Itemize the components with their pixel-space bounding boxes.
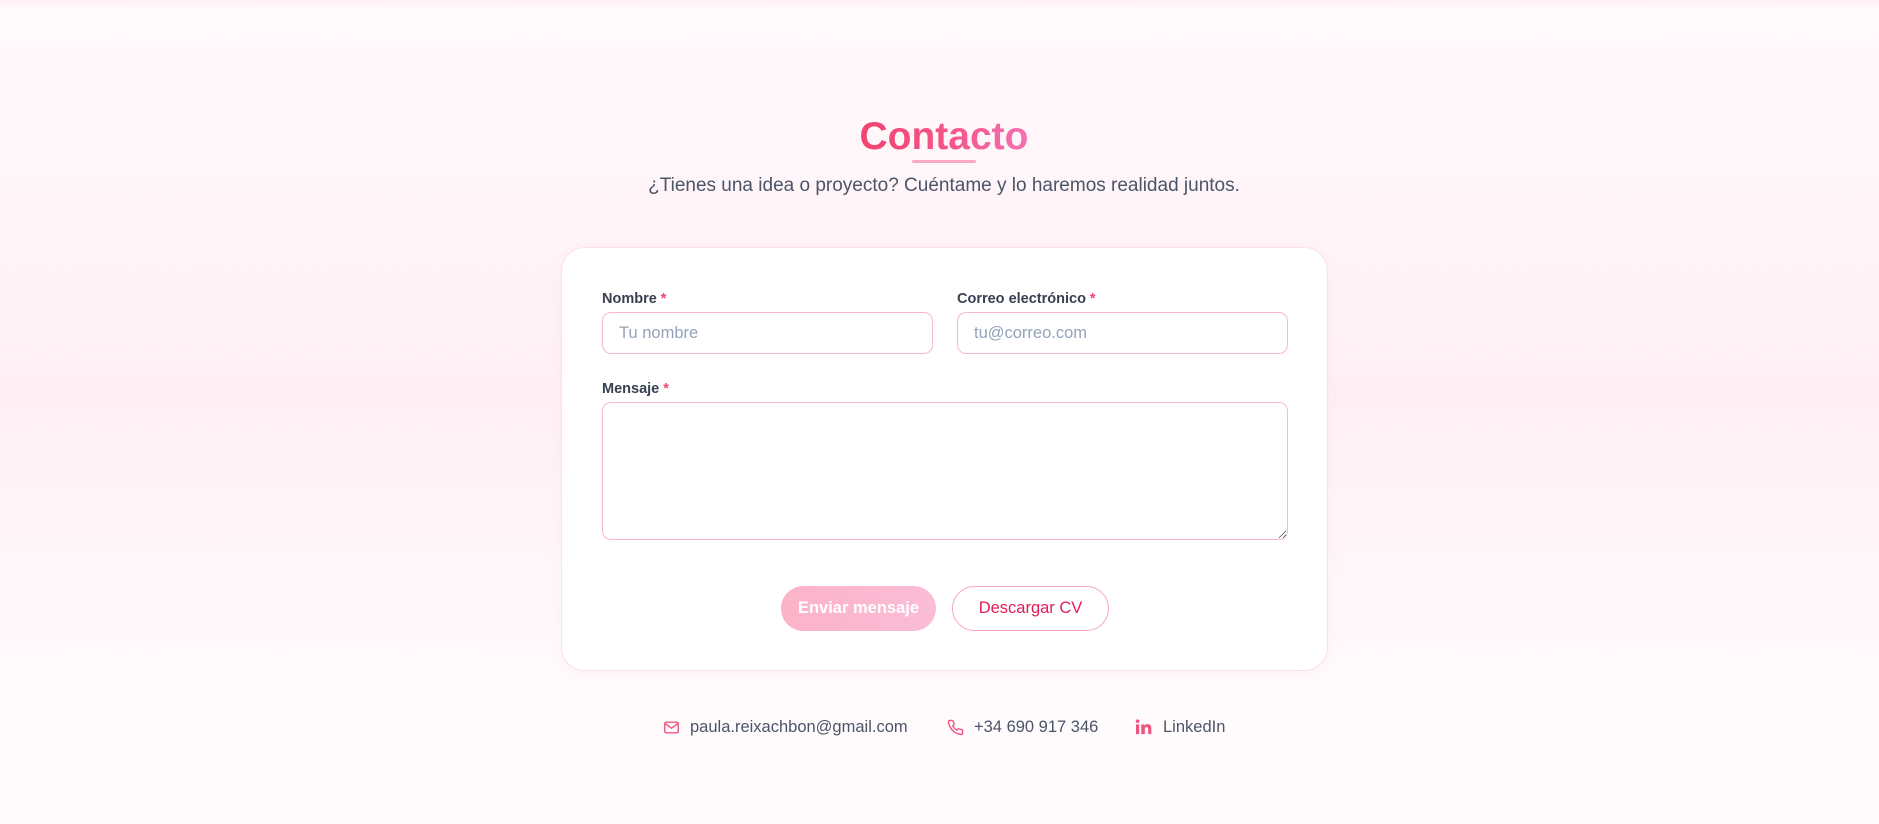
name-required-mark: * — [660, 291, 667, 307]
linkedin-icon — [1134, 718, 1153, 736]
message-required-mark: * — [663, 381, 669, 397]
contact-linkedin-text: LinkedIn — [1163, 717, 1226, 736]
message-label-text: Mensaje — [602, 381, 660, 397]
name-label-text: Nombre — [602, 291, 657, 307]
contact-form: Nombre* Correo electrónico* Mensaje* Env… — [561, 247, 1328, 671]
contact-phone-text: +34 690 917 346 — [974, 717, 1099, 736]
page-title-text: Contacto — [859, 115, 1029, 158]
name-label: Nombre * — [602, 290, 666, 308]
contact-email-text: paula.reixachbon@gmail.com — [690, 717, 908, 736]
send-message-button[interactable]: Enviar mensaje — [781, 586, 936, 631]
header-shadow — [0, 0, 1879, 10]
title-underline — [912, 160, 976, 163]
email-input[interactable] — [957, 312, 1288, 354]
phone-icon — [947, 719, 964, 736]
contact-phone-link[interactable]: +34 690 917 346 — [947, 716, 1098, 738]
email-label: Correo electrónico * — [957, 290, 1096, 308]
email-label-text: Correo electrónico — [957, 291, 1086, 307]
name-input[interactable] — [602, 312, 933, 354]
email-required-mark: * — [1089, 291, 1096, 307]
message-textarea[interactable] — [602, 402, 1288, 540]
mail-icon — [663, 719, 680, 736]
contact-email-link[interactable]: paula.reixachbon@gmail.com — [663, 716, 908, 738]
message-label: Mensaje * — [602, 380, 669, 398]
contact-linkedin-link[interactable]: LinkedIn — [1134, 716, 1225, 738]
download-cv-button[interactable]: Descargar CV — [952, 586, 1109, 631]
page-title: Contacto — [0, 110, 1879, 164]
page-subtitle: ¿Tienes una idea o proyecto? Cuéntame y … — [648, 175, 1240, 196]
